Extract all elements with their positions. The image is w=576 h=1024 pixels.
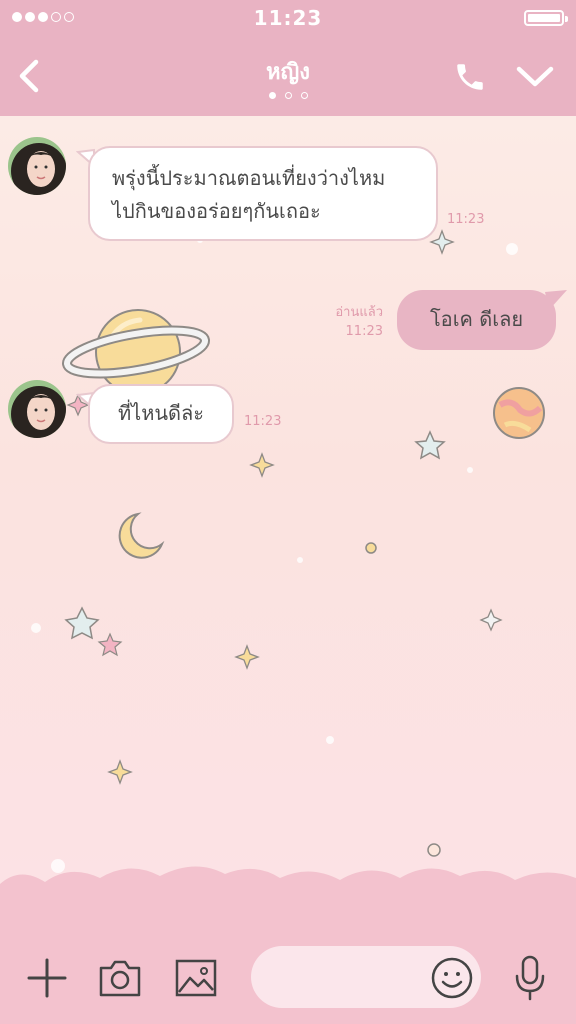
cloud-decoration bbox=[0, 866, 576, 936]
message-bubble-incoming[interactable]: พรุ่งนี้ประมาณตอนเที่ยงว่างไหม ไปกินของอ… bbox=[88, 146, 438, 241]
message-input[interactable] bbox=[269, 962, 423, 994]
star-icon bbox=[414, 430, 446, 460]
page-indicator bbox=[0, 92, 576, 99]
camera-icon[interactable] bbox=[98, 958, 142, 998]
sparkle-icon bbox=[249, 452, 275, 478]
message-text: โอเค ดีเลย bbox=[429, 307, 524, 331]
contact-avatar[interactable] bbox=[8, 137, 66, 195]
battery-icon bbox=[524, 10, 568, 26]
message-bubble-outgoing[interactable]: โอเค ดีเลย bbox=[397, 290, 556, 350]
message-timestamp: 11:23 bbox=[244, 414, 282, 429]
contact-name[interactable]: หญิง bbox=[0, 54, 576, 89]
status-bar: 11:23 bbox=[0, 0, 576, 36]
chevron-down-icon[interactable] bbox=[515, 64, 555, 90]
chat-screen: 11:23 หญิง พรุ่งนี้ประมาณตอนเที่ยงว่างไห… bbox=[0, 0, 576, 1024]
chat-header: หญิง bbox=[0, 36, 576, 116]
star-icon bbox=[97, 632, 123, 657]
star-icon bbox=[64, 606, 100, 640]
sparkle-icon bbox=[429, 229, 455, 255]
image-icon[interactable] bbox=[175, 958, 217, 998]
message-timestamp: 11:23 bbox=[345, 324, 383, 339]
emoji-icon[interactable] bbox=[430, 956, 474, 1000]
clock: 11:23 bbox=[253, 6, 323, 30]
message-read-status: อ่านแล้ว bbox=[335, 305, 383, 320]
bubble-tail bbox=[545, 290, 567, 310]
message-timestamp: 11:23 bbox=[447, 212, 485, 227]
plus-icon[interactable] bbox=[27, 958, 67, 998]
message-bubble-incoming[interactable]: ที่ไหนดีล่ะ bbox=[88, 384, 234, 444]
moon-icon bbox=[118, 512, 165, 559]
sparkle-icon bbox=[107, 759, 133, 785]
sparkle-icon bbox=[234, 644, 260, 670]
planet-icon bbox=[493, 387, 545, 439]
saturn-planet-icon bbox=[61, 309, 211, 395]
message-text: พรุ่งนี้ประมาณตอนเที่ยงว่างไหม ไปกินของอ… bbox=[112, 166, 386, 223]
message-text: ที่ไหนดีล่ะ bbox=[117, 401, 205, 425]
contact-avatar[interactable] bbox=[8, 380, 66, 438]
page-dot bbox=[300, 92, 308, 99]
sparkle-icon bbox=[479, 608, 503, 632]
microphone-icon[interactable] bbox=[512, 954, 548, 1002]
page-dot bbox=[284, 92, 292, 99]
phone-icon[interactable] bbox=[453, 60, 487, 94]
page-dot bbox=[268, 92, 276, 99]
